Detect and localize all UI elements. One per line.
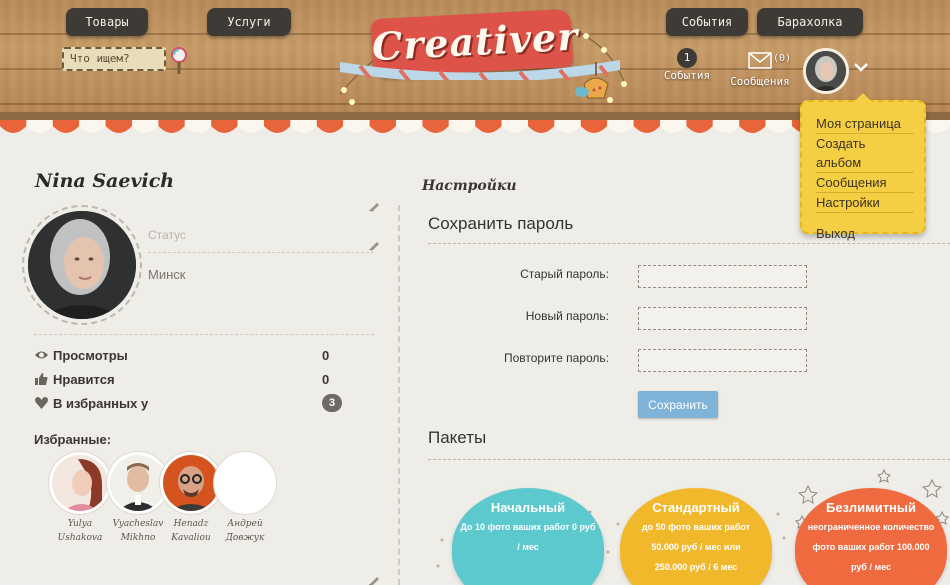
edit-status-pencil-icon[interactable] xyxy=(368,200,380,212)
settings-heading: Настройки xyxy=(422,178,517,194)
favorite-first-name: Андрей xyxy=(227,519,263,529)
old-password-label: Старый пароль: xyxy=(520,267,609,281)
new-password-label: Новый пароль: xyxy=(525,309,609,323)
package-description: руб / мес xyxy=(851,562,891,572)
menu-item-settings[interactable]: Настройки xyxy=(816,193,914,213)
favorite-avatar xyxy=(49,452,111,514)
messages-label: Сообщения xyxy=(730,75,790,88)
profile-divider xyxy=(34,334,374,335)
menu-item-my-page[interactable]: Моя страница xyxy=(816,114,914,134)
status-divider xyxy=(148,252,374,253)
package-description: фото ваших работ 100.000 xyxy=(812,542,930,552)
package-basic[interactable]: Начальный До 10 фото ваших работ 0 руб /… xyxy=(452,488,604,585)
favorite-person[interactable]: Henadz Kavaliou xyxy=(160,452,222,545)
messages-widget[interactable]: (0) Сообщения xyxy=(726,52,794,88)
package-description: 50.000 руб / мес или xyxy=(651,542,741,552)
packages-section-rule xyxy=(428,459,950,460)
nav-fleamarket-button[interactable]: Барахолка xyxy=(757,8,863,36)
stat-views-value: 0 xyxy=(322,348,330,363)
messages-count: (0) xyxy=(773,53,792,64)
favorites-title: Избранные: xyxy=(34,432,112,447)
favorite-avatar xyxy=(160,452,222,514)
stat-likes: Нравится 0 xyxy=(34,371,344,389)
package-title: Безлимитный xyxy=(825,500,917,515)
new-password-input[interactable] xyxy=(638,307,807,330)
menu-item-messages[interactable]: Сообщения xyxy=(816,173,914,193)
repeat-password-label: Повторите пароль: xyxy=(503,351,609,365)
package-unlimited[interactable]: Безлимитный неограниченное количество фо… xyxy=(795,488,947,585)
stat-favorited-label: В избранных у xyxy=(53,396,149,411)
stat-views: Просмотры 0 xyxy=(34,347,344,365)
nav-goods-button[interactable]: Товары xyxy=(66,8,148,36)
favorite-last-name: Довжук xyxy=(225,533,265,543)
favorite-person[interactable]: Андрей Довжук xyxy=(214,452,276,545)
heart-icon xyxy=(35,397,48,409)
favorite-avatar-empty xyxy=(214,452,276,514)
save-password-button[interactable]: Сохранить xyxy=(638,391,718,418)
events-widget[interactable]: 1 События xyxy=(660,48,714,82)
city-text[interactable]: Минск xyxy=(148,267,185,282)
profile-name: Nina Saevich xyxy=(35,170,175,192)
menu-item-create-album[interactable]: Создать альбом xyxy=(816,134,914,173)
nav-events-button[interactable]: События xyxy=(666,8,748,36)
favorite-first-name: Henadz xyxy=(173,519,209,529)
user-dropdown-menu: Моя страница Создать альбом Сообщения На… xyxy=(800,93,926,241)
old-password-input[interactable] xyxy=(638,265,807,288)
package-description: / мес xyxy=(517,542,539,552)
profile-photo xyxy=(22,205,142,325)
package-description: неограниченное количество xyxy=(807,522,935,532)
edit-favorites-pencil-icon[interactable] xyxy=(368,574,380,585)
thumbs-up-icon xyxy=(35,373,48,385)
menu-item-logout[interactable]: Выход xyxy=(816,224,914,243)
events-label: События xyxy=(663,69,711,82)
status-placeholder[interactable]: Статус xyxy=(148,228,186,242)
stat-favorited: В избранных у 3 xyxy=(34,394,344,413)
favorite-first-name: Yulya xyxy=(67,519,93,529)
favorite-last-name: Kavaliou xyxy=(171,533,211,543)
stat-likes-label: Нравится xyxy=(53,372,115,387)
envelope-icon xyxy=(748,52,772,69)
edit-city-pencil-icon[interactable] xyxy=(368,239,380,251)
package-title: Стандартный xyxy=(652,500,740,515)
chevron-down-icon[interactable] xyxy=(854,62,868,72)
user-avatar[interactable] xyxy=(803,48,849,94)
package-standard[interactable]: Стандартный до 50 фото ваших работ 50.00… xyxy=(620,488,772,585)
stat-likes-value: 0 xyxy=(322,372,330,387)
package-title: Начальный xyxy=(490,500,566,515)
eye-icon xyxy=(35,351,48,359)
search-icon[interactable] xyxy=(167,46,191,76)
package-description: До 10 фото ваших работ 0 руб xyxy=(460,522,596,532)
packages-section-title: Пакеты xyxy=(428,428,487,447)
favorite-person[interactable]: Yulya Ushakova xyxy=(49,452,111,545)
package-description: 250.000 руб / 6 мес xyxy=(654,562,738,572)
events-count-badge: 1 xyxy=(677,48,697,68)
password-section-rule xyxy=(428,243,950,244)
stat-favorited-badge: 3 xyxy=(322,394,342,412)
bird-basket-icon xyxy=(575,62,609,99)
password-section-title: Сохранить пароль xyxy=(428,214,574,233)
nav-services-button[interactable]: Услуги xyxy=(207,8,291,36)
search-input[interactable]: Что ищем? xyxy=(62,47,166,71)
package-description: до 50 фото ваших работ xyxy=(641,522,751,532)
favorite-last-name: Ushakova xyxy=(57,533,103,543)
stat-views-label: Просмотры xyxy=(53,348,128,363)
repeat-password-input[interactable] xyxy=(638,349,807,372)
column-divider xyxy=(398,205,400,585)
